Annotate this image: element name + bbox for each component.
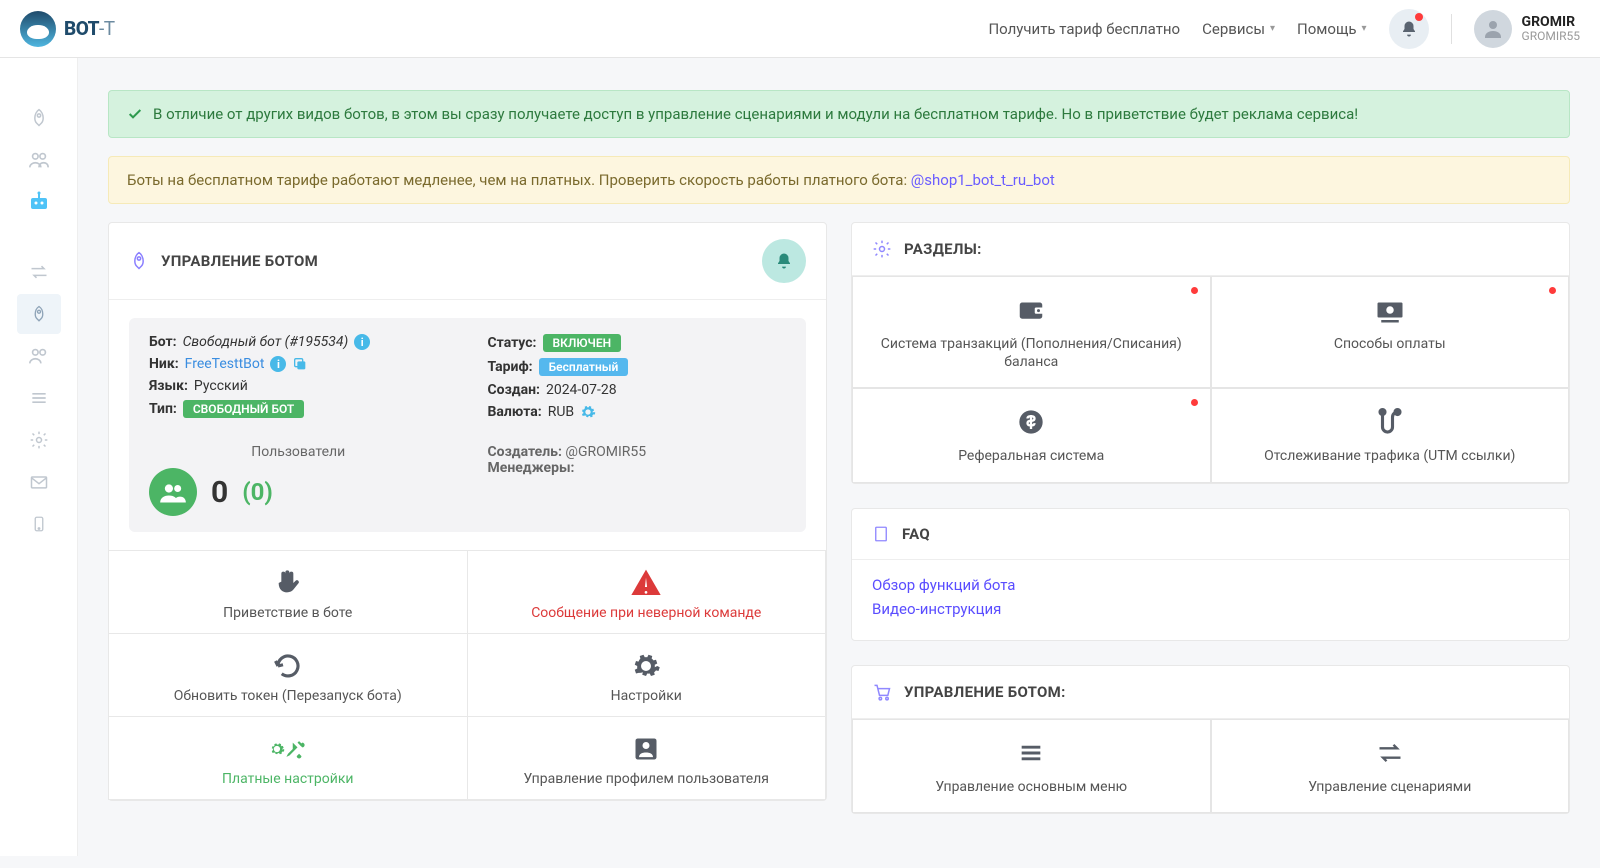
bell-icon [775,252,793,270]
gear-tools-icon [119,731,457,767]
list-icon [863,736,1200,770]
avatar [1474,10,1512,48]
header: BOT-T Получить тариф бесплатно Сервисы▾ … [0,0,1600,58]
rocket-icon [129,251,149,271]
sidebar-people2[interactable] [17,336,61,376]
manage-main-menu[interactable]: Управление основным меню [852,719,1211,813]
creator-value: @GROMIR55 [565,444,646,460]
bot-panel: УПРАВЛЕНИЕ БОТОМ Бот: Свободный бот (#19… [108,222,827,801]
tariff-badge: Бесплатный [539,358,629,376]
gear-icon[interactable] [580,404,596,420]
wallet-icon [863,293,1200,327]
route-icon [1222,405,1559,439]
warning-bot-link[interactable]: @shop1_bot_t_ru_bot [911,171,1055,189]
notification-dot [1191,287,1198,294]
info-icon[interactable]: i [270,356,286,372]
tile-settings[interactable]: Настройки [467,634,827,717]
section-utm[interactable]: Отслеживание трафика (UTM ссылки) [1211,388,1570,482]
notification-dot [1191,399,1198,406]
copy-icon[interactable] [292,356,308,372]
profile-icon [478,731,816,767]
info-icon[interactable]: i [354,334,370,350]
users-count: 0 [211,475,228,510]
money-icon [1222,293,1559,327]
panel-title: УПРАВЛЕНИЕ БОТОМ: [904,683,1066,701]
sidebar-people[interactable] [17,140,61,180]
gear-icon [478,648,816,684]
manage-scenarios[interactable]: Управление сценариями [1211,719,1570,813]
users-label: Пользователи [149,444,448,460]
dollar-icon [863,405,1200,439]
sections-panel: РАЗДЕЛЫ: Система транзакций (Пополнения/… [851,222,1570,484]
faq-panel: FAQ Обзор функций бота Видео-инструкция [851,508,1570,641]
logo[interactable]: BOT-T [20,11,115,47]
tile-profile[interactable]: Управление профилем пользователя [467,717,827,800]
panel-title: FAQ [902,525,930,543]
logo-icon [20,11,56,47]
sidebar [0,58,78,856]
sidebar-transfer[interactable] [17,252,61,292]
section-referral[interactable]: Реферальная система [852,388,1211,482]
gear-icon [872,239,892,259]
nav-services[interactable]: Сервисы▾ [1202,20,1275,38]
panel-bell-button[interactable] [762,239,806,283]
sidebar-list[interactable] [17,378,61,418]
nav-help[interactable]: Помощь▾ [1297,20,1367,38]
warning-icon [478,565,816,601]
sidebar-rocket[interactable] [17,98,61,138]
bot-tiles: Приветствие в боте Сообщение при неверно… [109,550,826,800]
hand-wave-icon [119,565,457,601]
faq-link-overview[interactable]: Обзор функций бота [872,576,1549,594]
check-icon [127,106,143,122]
main: В отличие от других видов ботов, в этом … [78,0,1600,868]
tile-paid-settings[interactable]: Платные настройки [108,717,468,800]
chevron-down-icon: ▾ [1270,23,1275,34]
bot-nick-link[interactable]: FreeTesttBot [185,356,265,372]
document-icon [872,525,890,543]
faq-link-video[interactable]: Видео-инструкция [872,600,1549,618]
refresh-icon [119,648,457,684]
status-badge: ВКЛЮЧЕН [543,334,622,352]
cart-icon [872,682,892,702]
alert-success: В отличие от других видов ботов, в этом … [108,90,1570,138]
manage-panel: УПРАВЛЕНИЕ БОТОМ: Управление основным ме… [851,665,1570,814]
panel-title: РАЗДЕЛЫ: [904,240,982,258]
sidebar-mobile[interactable] [17,504,61,544]
type-badge: СВОБОДНЫЙ БОТ [183,400,304,418]
transfer-icon [1222,736,1559,770]
notifications-button[interactable] [1389,9,1429,49]
section-payment[interactable]: Способы оплаты [1211,276,1570,388]
users-block: 0 (0) [149,468,448,516]
user-name-block: GROMIR GROMIR55 [1522,14,1580,44]
nav-free-tariff[interactable]: Получить тариф бесплатно [988,20,1180,38]
sidebar-mail[interactable] [17,462,61,502]
users-icon [149,468,197,516]
alert-warning: Боты на бесплатном тарифе работают медле… [108,156,1570,204]
logo-text: BOT-T [64,17,115,40]
header-nav: Получить тариф бесплатно Сервисы▾ Помощь… [988,9,1580,49]
tile-refresh-token[interactable]: Обновить токен (Перезапуск бота) [108,634,468,717]
section-transactions[interactable]: Система транзакций (Пополнения/Списания)… [852,276,1211,388]
sidebar-bot[interactable] [17,182,61,222]
chevron-down-icon: ▾ [1362,23,1367,34]
tile-error-message[interactable]: Сообщение при неверной команде [467,551,827,634]
notification-dot [1549,287,1556,294]
tile-welcome[interactable]: Приветствие в боте [108,551,468,634]
user-menu[interactable]: GROMIR GROMIR55 [1474,10,1580,48]
panel-title: УПРАВЛЕНИЕ БОТОМ [161,252,318,270]
sidebar-gear[interactable] [17,420,61,460]
divider [1451,14,1452,44]
notification-dot [1415,13,1423,21]
sidebar-rocket-boxed[interactable] [17,294,61,334]
bell-icon [1400,20,1418,38]
users-paren: (0) [242,478,273,506]
